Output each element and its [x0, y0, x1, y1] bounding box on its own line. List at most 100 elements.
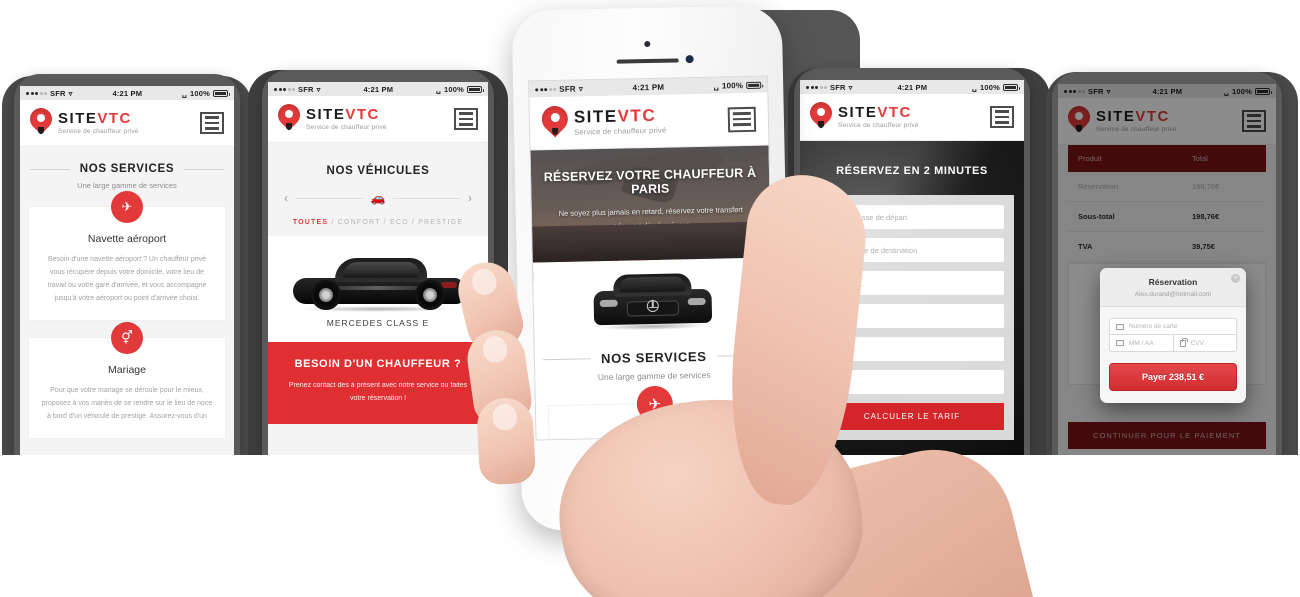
- section-title: NOS VÉHICULES: [326, 165, 430, 177]
- signal-dots-icon: [535, 87, 557, 91]
- service-card-navette[interactable]: ✈ Navette aéroport Besoin d'une navette …: [28, 191, 226, 321]
- vehicle-placeholder: Véhicule...: [829, 278, 865, 288]
- brand-tagline: Service de chauffeur privé: [838, 122, 919, 129]
- vehicle-name: MERCEDES CLASS E: [268, 318, 488, 342]
- signal-dots-icon: [806, 85, 827, 89]
- carrier-label: SFR: [559, 84, 576, 94]
- brand-logo[interactable]: SITEVTC Service de chauffeur privé: [805, 97, 919, 132]
- bluetooth-icon: ␣: [436, 84, 442, 94]
- briefcase-icon: ■: [829, 245, 834, 255]
- section-title: NOS SERVICES: [79, 163, 175, 175]
- carrier-label: SFR: [50, 88, 66, 98]
- pay-button[interactable]: Payer 238,51 €: [1109, 363, 1237, 391]
- section-title: NOS SERVICES: [600, 348, 707, 367]
- brand-name-part2: VTC: [617, 105, 657, 126]
- section-heading: NOS SERVICES: [543, 348, 765, 368]
- close-circle-icon[interactable]: ×: [1231, 274, 1240, 283]
- bluetooth-icon: ␣: [972, 82, 978, 92]
- mockup-stage: SFR ▿ 4:21 PM ␣ 100% SITEVTC Service de …: [0, 0, 1300, 597]
- phone-3-screen: SFR ▿ 4:21 PM ␣ 100% SITEVTC Service de …: [528, 75, 776, 441]
- filter-prestige[interactable]: PRESTIGE: [418, 219, 463, 226]
- brand-name-part2: VTC: [97, 110, 132, 127]
- vehicle-filters[interactable]: TOUTES / CONFORT / ECO / PRESTIGE: [268, 219, 488, 226]
- hero-title: RÉSERVEZ VOTRE CHAUFFEUR À PARIS: [543, 165, 757, 197]
- destination-address-input[interactable]: ■ Adresse de destination: [820, 238, 1004, 262]
- phone-1: SFR ▿ 4:21 PM ␣ 100% SITEVTC Service de …: [14, 74, 240, 456]
- battery-icon: [1003, 83, 1020, 91]
- carousel-rule-left: [296, 197, 363, 199]
- hamburger-menu-icon[interactable]: [727, 106, 757, 132]
- front-camera-icon: [644, 40, 651, 48]
- bluetooth-icon: ␣: [182, 88, 188, 98]
- brand-logo[interactable]: SITEVTC Service de chauffeur privé: [536, 100, 667, 141]
- card-number-input[interactable]: Numéro de carte: [1109, 318, 1237, 335]
- hamburger-menu-icon[interactable]: [990, 106, 1014, 128]
- brand-tagline: Service de chauffeur privé: [58, 128, 139, 135]
- cvv-placeholder: CVV: [1190, 339, 1204, 347]
- payment-modal-header: × Réservation Alex.durand@hotmail.com: [1100, 268, 1246, 307]
- payment-modal-body: Numéro de carte MM / AA CVV Payer 238,51…: [1100, 307, 1246, 403]
- map-pin-icon: [273, 99, 305, 134]
- brand-logo[interactable]: SITEVTC Service de chauffeur privé: [273, 99, 387, 134]
- brand-tagline: Service de chauffeur privé: [306, 124, 387, 131]
- filter-confort[interactable]: CONFORT: [338, 219, 381, 226]
- clock-label: 4:21 PM: [632, 82, 665, 92]
- brand-logo[interactable]: SITEVTC Service de chauffeur privé: [25, 103, 139, 138]
- divider-left: [29, 168, 70, 170]
- battery-label: 100%: [980, 82, 1000, 92]
- passengers-input[interactable]: [820, 370, 1004, 394]
- hero-car-backdrop: [532, 221, 771, 263]
- service-text: Pour que votre mariage se déroule pour l…: [41, 386, 213, 420]
- hamburger-menu-icon[interactable]: [454, 108, 478, 130]
- hamburger-menu-icon[interactable]: [200, 112, 224, 134]
- date-input[interactable]: [820, 304, 1004, 328]
- clock-label: 4:21 PM: [897, 82, 928, 92]
- phone-4: SFR ▿ 4:21 PM ␣ 100% SITEVTC Service de …: [794, 68, 1030, 456]
- brand-tagline: Service de chauffeur privé: [574, 125, 667, 137]
- phone-4-screen: SFR ▿ 4:21 PM ␣ 100% SITEVTC Service de …: [800, 80, 1024, 456]
- map-pin-icon: [805, 97, 837, 132]
- battery-label: 100%: [721, 80, 744, 90]
- calculate-fare-button[interactable]: CALCULER LE TARIF: [820, 403, 1004, 430]
- cta-banner: BESOIN D'UN CHAUFFEUR ? Prenez contact d…: [268, 342, 488, 424]
- chevron-left-icon[interactable]: ‹: [284, 191, 288, 205]
- lock-icon: [1179, 337, 1188, 347]
- brand-name-part1: SITE: [838, 104, 878, 121]
- cta-text: Prenez contact des à présent avec notre …: [288, 382, 468, 403]
- filter-toutes[interactable]: TOUTES: [293, 219, 328, 226]
- time-input[interactable]: [820, 337, 1004, 361]
- service-card-mariage[interactable]: ⚥ Mariage Pour que votre mariage se déro…: [28, 321, 226, 439]
- site-header: SITEVTC Service de chauffeur privé: [529, 92, 769, 151]
- payment-modal-email: Alex.durand@hotmail.com: [1134, 291, 1212, 298]
- departure-address-input[interactable]: ⛪ Adresse de départ: [820, 205, 1004, 229]
- service-card-navette[interactable]: ✈ Navette aéroport: [547, 385, 764, 441]
- battery-label: 100%: [190, 88, 210, 98]
- phone-1-screen: SFR ▿ 4:21 PM ␣ 100% SITEVTC Service de …: [20, 86, 234, 456]
- battery-icon: [746, 81, 762, 89]
- clock-label: 4:21 PM: [363, 84, 394, 94]
- home-button[interactable]: [631, 455, 681, 505]
- reservation-form: ⛪ Adresse de départ ■ Adresse de destina…: [810, 195, 1014, 440]
- brand-name-part1: SITE: [306, 106, 346, 123]
- payment-modal-title: Réservation: [1148, 277, 1198, 287]
- card-cvv-input[interactable]: CVV: [1173, 335, 1237, 352]
- signal-dots-icon: [274, 87, 295, 91]
- home-icon: ⛪: [829, 212, 839, 222]
- divider-left: [543, 358, 592, 361]
- filter-eco[interactable]: ECO: [390, 219, 409, 226]
- status-bar: SFR ▿ 4:21 PM ␣ 100%: [800, 80, 1024, 94]
- vehicle-carousel: ‹ 🚗 ›: [268, 191, 488, 205]
- expiry-placeholder: MM / AA: [1129, 339, 1154, 347]
- chevron-right-icon[interactable]: ›: [468, 191, 472, 205]
- vehicle-select[interactable]: Véhicule...: [820, 271, 1004, 295]
- card-expiry-input[interactable]: MM / AA: [1109, 335, 1174, 352]
- map-pin-icon: [25, 103, 57, 138]
- battery-label: 100%: [444, 84, 464, 94]
- service-title: Navette aéroport: [87, 233, 167, 245]
- airplane-icon: ✈: [111, 191, 143, 223]
- service-title: Mariage: [108, 363, 146, 376]
- carrier-label: SFR: [298, 84, 314, 94]
- map-pin-icon: [536, 100, 574, 141]
- divider-right: [184, 168, 225, 170]
- wedding-rings-icon: ⚥: [111, 321, 143, 354]
